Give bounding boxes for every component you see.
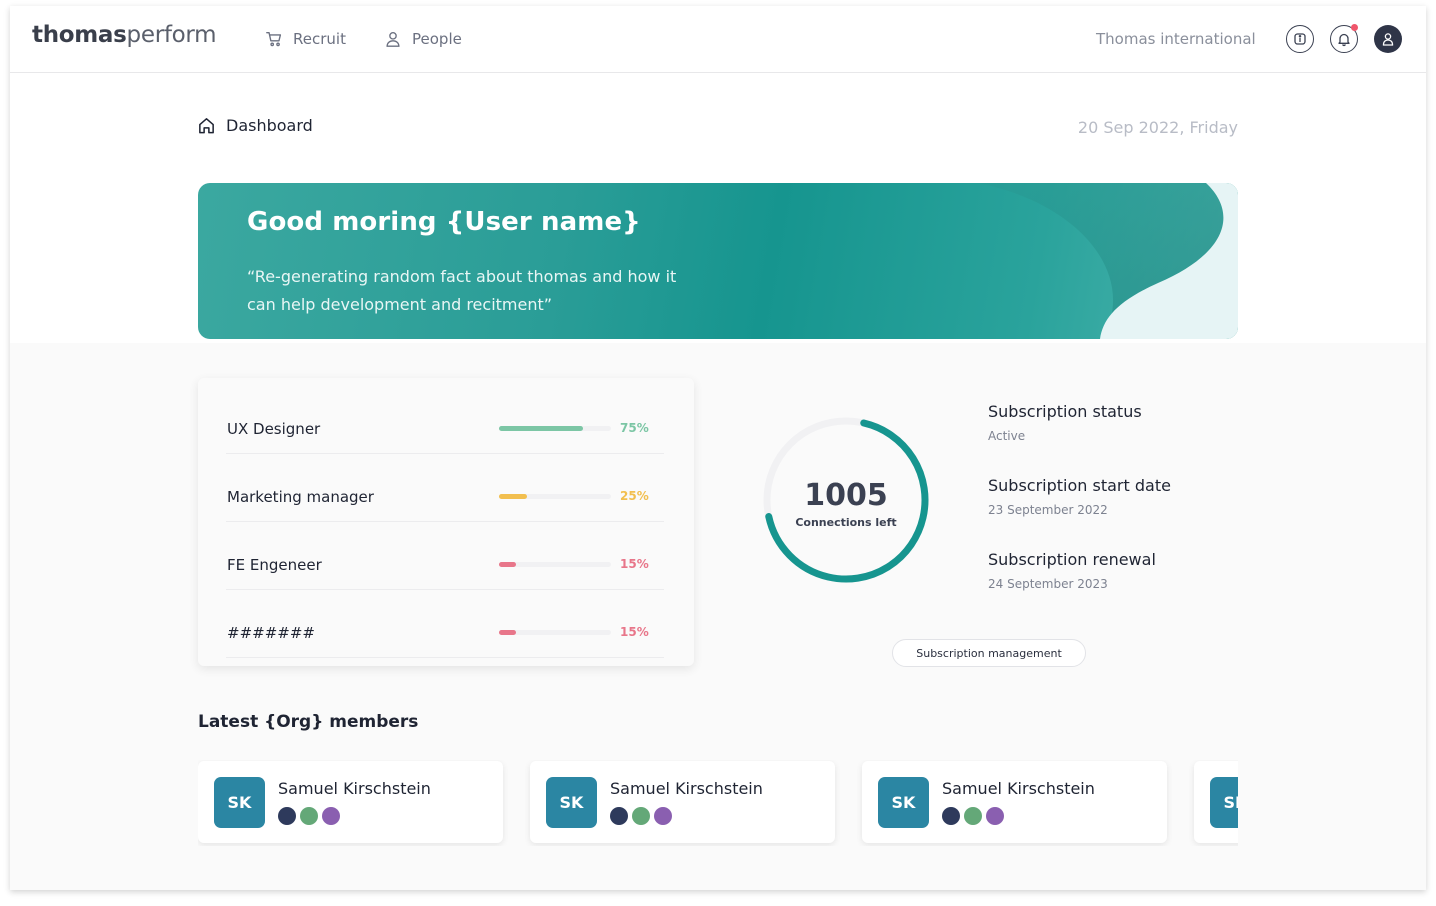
job-progress-fill [499, 630, 516, 635]
trait-dot [986, 807, 1004, 825]
subscription-status-title: Subscription status [988, 402, 1142, 421]
job-row[interactable]: Marketing manager 25% [226, 454, 664, 522]
banner-greeting: Good moring {User name} [247, 207, 641, 237]
job-percent: 15% [620, 625, 649, 639]
trait-dot [632, 807, 650, 825]
trait-dot [654, 807, 672, 825]
job-percent: 75% [620, 421, 649, 435]
trait-dot [278, 807, 296, 825]
top-navigation-bar: thomasperform Recruit People Thomas inte… [10, 6, 1426, 73]
job-progress-fill [499, 562, 516, 567]
nav-people[interactable]: People [384, 28, 462, 50]
trait-dot [300, 807, 318, 825]
nav-recruit[interactable]: Recruit [265, 28, 346, 50]
member-name: Samuel Kirschstein [942, 779, 1095, 798]
subscription-start-title: Subscription start date [988, 476, 1171, 495]
job-row[interactable]: ####### 15% [226, 590, 664, 658]
current-date: 20 Sep 2022, Friday [1077, 118, 1238, 137]
job-name: UX Designer [227, 420, 321, 438]
org-name[interactable]: Thomas international [1096, 30, 1256, 48]
member-name: Samuel Kirschstein [610, 779, 763, 798]
member-card[interactable]: SK [1194, 761, 1238, 843]
members-section-title: Latest {Org} members [198, 712, 419, 732]
logo-bold-text: thomas [32, 22, 127, 48]
logo-light-text: perform [126, 22, 217, 48]
app-window: thomasperform Recruit People Thomas inte… [10, 6, 1426, 890]
connections-label: Connections left [795, 516, 897, 529]
breadcrumb-label: Dashboard [226, 116, 313, 135]
jobs-progress-card: UX Designer 75% Marketing manager 25% FE… [198, 378, 694, 666]
member-avatar: SK [1210, 777, 1238, 828]
connections-ring: 1005 Connections left [760, 414, 948, 602]
job-row[interactable]: UX Designer 75% [226, 386, 664, 454]
trait-dot [322, 807, 340, 825]
welcome-banner: Good moring {User name} “Re-generating r… [198, 183, 1238, 339]
job-percent: 15% [620, 557, 649, 571]
logo[interactable]: thomasperform [32, 22, 217, 48]
trait-dot [964, 807, 982, 825]
info-button[interactable] [1286, 25, 1314, 53]
job-percent: 25% [620, 489, 649, 503]
info-icon [1294, 33, 1306, 45]
job-row[interactable]: FE Engeneer 15% [226, 522, 664, 590]
nav-people-label: People [412, 30, 462, 48]
subscription-status: Subscription status Active [988, 402, 1142, 443]
cart-icon [266, 32, 282, 47]
nav-recruit-label: Recruit [293, 30, 346, 48]
member-card[interactable]: SK Samuel Kirschstein [862, 761, 1167, 843]
member-trait-dots [278, 807, 340, 825]
subscription-renewal-title: Subscription renewal [988, 550, 1156, 569]
subscription-status-value: Active [988, 429, 1026, 443]
user-avatar-icon [1382, 33, 1394, 46]
trait-dot [942, 807, 960, 825]
subscription-management-button[interactable]: Subscription management [892, 639, 1086, 667]
member-trait-dots [942, 807, 1004, 825]
person-icon [386, 32, 400, 47]
user-menu-button[interactable] [1374, 25, 1402, 53]
notifications-button[interactable] [1330, 24, 1358, 53]
home-icon [199, 118, 214, 134]
member-name: Samuel Kirschstein [278, 779, 431, 798]
breadcrumb[interactable]: Dashboard [197, 116, 313, 135]
job-progress-fill [499, 494, 527, 499]
banner-quote: “Re-generating random fact about thomas … [247, 267, 677, 314]
subscription-start: Subscription start date 23 September 202… [988, 476, 1171, 517]
member-trait-dots [610, 807, 672, 825]
member-card[interactable]: SK Samuel Kirschstein [530, 761, 835, 843]
member-card[interactable]: SK Samuel Kirschstein [198, 761, 503, 843]
notification-dot [1351, 24, 1358, 31]
subscription-renewal-value: 24 September 2023 [988, 577, 1108, 591]
job-name: Marketing manager [227, 488, 374, 506]
job-progress-track [499, 630, 611, 635]
member-avatar: SK [878, 777, 929, 828]
subscription-start-value: 23 September 2022 [988, 503, 1108, 517]
bell-icon [1338, 33, 1350, 47]
job-progress-track [499, 562, 611, 567]
member-avatar: SK [214, 777, 265, 828]
connections-value: 1005 [804, 478, 888, 513]
members-carousel[interactable]: SK Samuel Kirschstein SK Samuel Kirschst… [198, 760, 1238, 846]
job-progress-fill [499, 426, 583, 431]
job-name: ####### [227, 624, 315, 642]
job-name: FE Engeneer [227, 556, 322, 574]
subscription-renewal: Subscription renewal 24 September 2023 [988, 550, 1156, 591]
member-avatar: SK [546, 777, 597, 828]
job-progress-track [499, 494, 611, 499]
job-progress-track [499, 426, 611, 431]
trait-dot [610, 807, 628, 825]
